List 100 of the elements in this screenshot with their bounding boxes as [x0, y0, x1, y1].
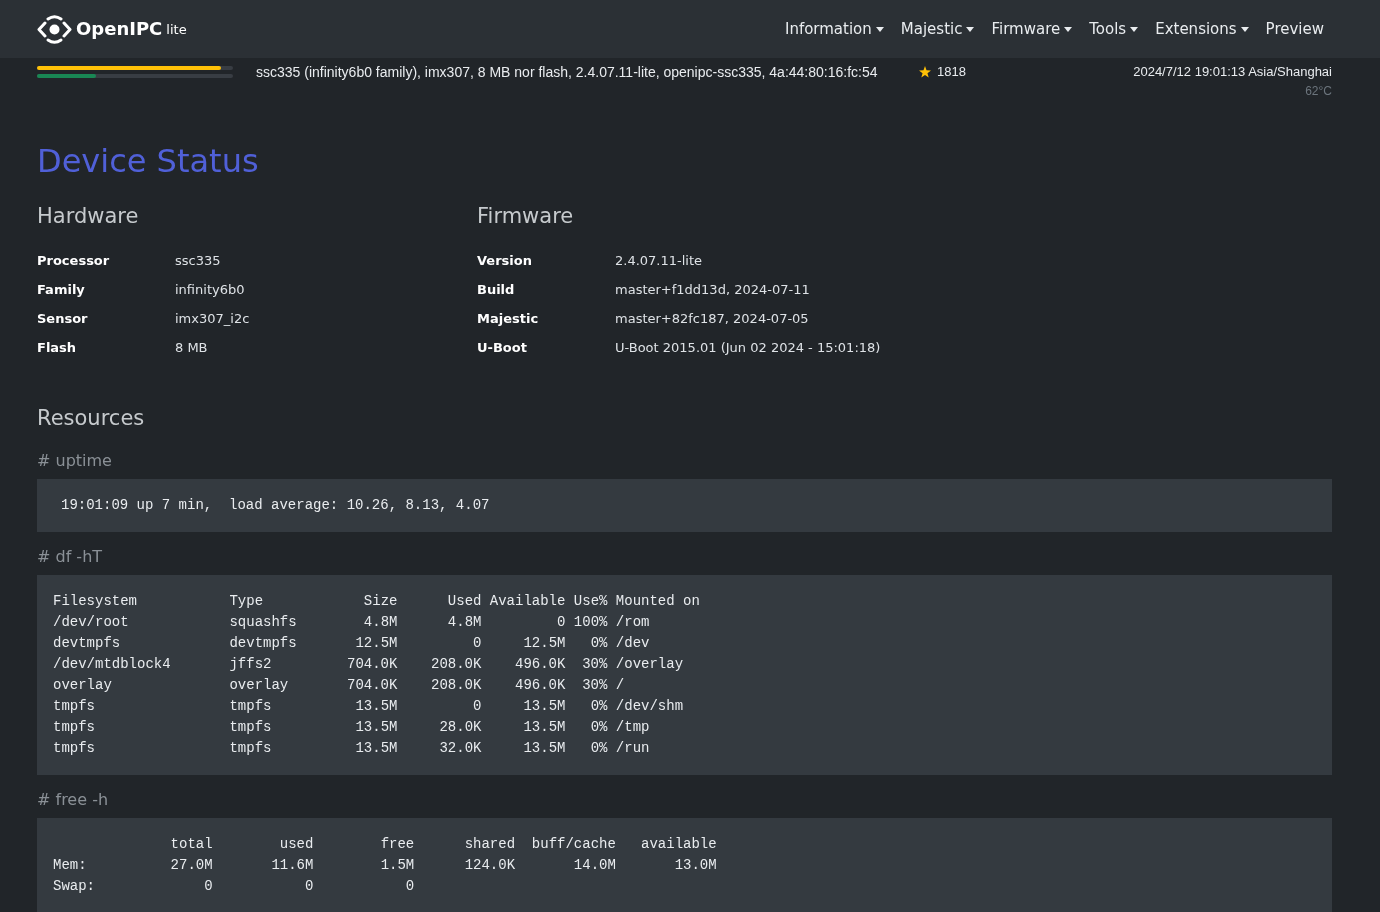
table-cell: 0: [405, 878, 415, 894]
nav-menu-link[interactable]: Extensions: [1147, 11, 1257, 47]
device-summary-text: ssc335 (infinity6b0 family), imx307, 8 MB nor flash, 2.4.07.11-lite, openipc-ssc335, 4a:44:80:16:fc:54: [256, 63, 879, 81]
column-header: Use%: [573, 593, 608, 609]
logo-icon: [37, 13, 72, 45]
table-cell: overlay: [53, 677, 112, 693]
table-cell: 0%: [590, 740, 608, 756]
column-header: free: [380, 836, 415, 852]
section-heading: Resources: [37, 405, 146, 432]
table-cell: 0: [204, 878, 213, 894]
table-cell: 13.5M: [355, 740, 398, 756]
table-cell: tmpfs: [53, 698, 95, 714]
temperature-text: 62°C: [1305, 83, 1332, 100]
field-value: imx307_i2c: [175, 309, 250, 328]
table-cell: 208.0K: [431, 677, 482, 693]
nav-menu-link[interactable]: Tools: [1081, 11, 1147, 47]
table-cell: 12.5M: [355, 635, 398, 651]
table-cell: tmpfs: [53, 740, 95, 756]
table-cell: squashfs: [229, 614, 297, 630]
table-cell: tmpfs: [229, 740, 272, 756]
table-cell: tmpfs: [229, 719, 272, 735]
section-heading: Firmware: [477, 203, 575, 230]
table-cell: /overlay: [615, 656, 684, 672]
table-cell: 13.5M: [523, 719, 566, 735]
field-label: Sensor: [37, 309, 89, 328]
column-header: Available: [489, 593, 566, 609]
table-cell: 496.0K: [515, 677, 566, 693]
nav-menu-link[interactable]: Firmware: [983, 11, 1081, 47]
table-cell: /run: [615, 740, 650, 756]
column-header: used: [279, 836, 314, 852]
field-label: Flash: [37, 338, 78, 357]
table-cell: jffs2: [229, 656, 272, 672]
table-cell: 0%: [590, 719, 608, 735]
column-header: buff/cache: [531, 836, 616, 852]
brand-logo-link[interactable]: OpenIPC lite: [37, 13, 187, 45]
table-cell: devtmpfs: [229, 635, 297, 651]
field-value: master+f1dd13d, 2024-07-11: [615, 280, 810, 299]
field-label: Version: [477, 251, 533, 270]
page-title: Device Status: [37, 141, 260, 181]
table-cell: devtmpfs: [53, 635, 121, 651]
table-cell: 0%: [590, 698, 608, 714]
field-label: U-Boot: [477, 338, 528, 357]
column-header: shared: [464, 836, 516, 852]
column-header: Mounted on: [615, 593, 700, 609]
table-cell: 124.0K: [464, 857, 516, 873]
table-cell: /dev: [615, 635, 650, 651]
table-cell: 14.0M: [573, 857, 616, 873]
table-cell: /dev/shm: [615, 698, 684, 714]
column-header: Filesystem: [53, 593, 137, 609]
column-header: available: [641, 836, 717, 852]
field-value: 2.4.07.11-lite: [615, 251, 703, 270]
table-cell: 496.0K: [515, 656, 566, 672]
table-cell: 1.5M: [380, 857, 415, 873]
table-cell: 13.5M: [523, 698, 566, 714]
table-cell: 30%: [582, 656, 608, 672]
field-label: Processor: [37, 251, 111, 270]
table-cell: 0%: [590, 635, 608, 651]
table-cell: 704.0K: [347, 677, 398, 693]
field-value: ssc335: [175, 251, 221, 270]
section-heading: Hardware: [37, 203, 140, 230]
table-cell: 13.5M: [355, 698, 398, 714]
datetime-text: 2024/7/12 19:01:13 Asia/Shanghai: [1133, 63, 1332, 81]
table-cell: 0: [557, 614, 566, 630]
nav-menu-link[interactable]: Preview: [1257, 11, 1332, 47]
table-cell: tmpfs: [229, 698, 272, 714]
table-cell: 704.0K: [347, 656, 398, 672]
table-cell: /rom: [615, 614, 650, 630]
field-label: Family: [37, 280, 86, 299]
field-value: master+82fc187, 2024-07-05: [615, 309, 809, 328]
command-label: # df -hT: [37, 546, 104, 568]
table-cell: 0: [473, 635, 482, 651]
column-header: Used: [447, 593, 482, 609]
field-label: Majestic: [477, 309, 540, 328]
table-cell: Swap:: [53, 878, 95, 894]
column-header: Type: [229, 593, 264, 609]
nav-menu-link[interactable]: Information: [776, 11, 892, 47]
table-cell: 13.0M: [674, 857, 717, 873]
table-cell: /: [615, 677, 625, 693]
column-header: total: [170, 836, 213, 852]
table-cell: /dev/root: [53, 614, 129, 630]
table-cell: tmpfs: [53, 719, 95, 735]
field-value: infinity6b0: [175, 280, 245, 299]
table-cell: 12.5M: [523, 635, 566, 651]
nav-menu-link[interactable]: Majestic: [892, 11, 983, 47]
field-value: 8 MB: [175, 338, 208, 357]
command-label: # free -h: [37, 789, 110, 811]
table-cell: 4.8M: [447, 614, 482, 630]
table-cell: 13.5M: [355, 719, 398, 735]
command-label: # uptime: [37, 450, 113, 472]
table-cell: Mem:: [53, 857, 87, 873]
star-icon: [919, 66, 931, 78]
table-cell: 0: [473, 698, 482, 714]
table-cell: 4.8M: [363, 614, 398, 630]
field-value: U-Boot 2015.01 (Jun 02 2024 - 15:01:18): [615, 338, 881, 357]
table-cell: 11.6M: [271, 857, 314, 873]
table-cell: /dev/mtdblock4: [53, 656, 171, 672]
table-cell: overlay: [229, 677, 289, 693]
output-text: 19:01:09 up 7 min, load average: 10.26, 8.13, 4.07: [61, 496, 490, 515]
column-header: Size: [363, 593, 398, 609]
table-cell: 32.0K: [439, 740, 482, 756]
